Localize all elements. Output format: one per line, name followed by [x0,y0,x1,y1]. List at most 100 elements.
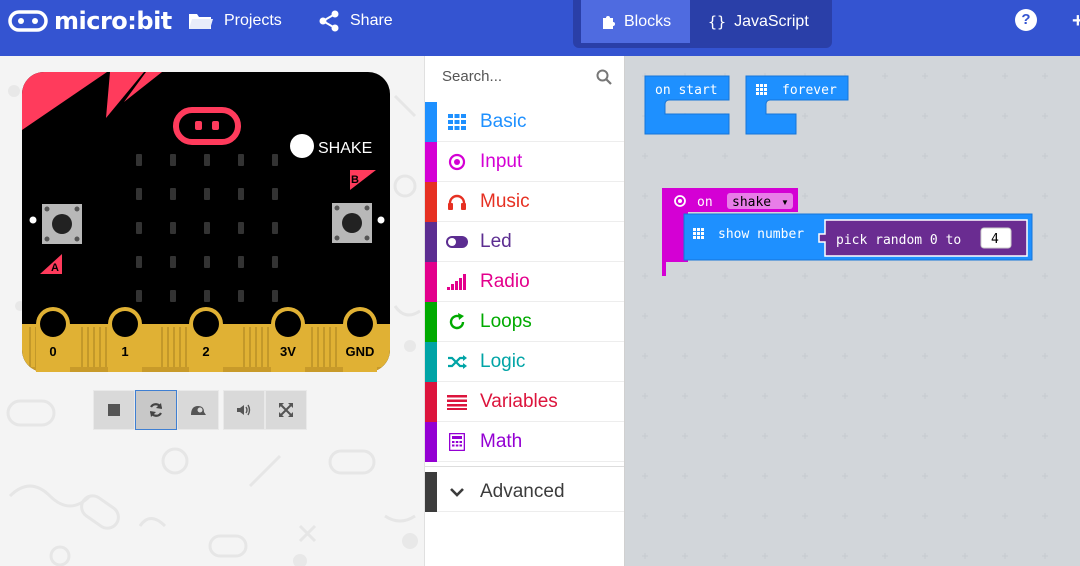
pick-random-label: pick random 0 to [836,233,961,248]
category-advanced-label: Advanced [480,480,565,502]
pick-random-block[interactable]: pick random 0 to 4 [818,219,1028,257]
category-logic[interactable]: Logic [425,341,625,382]
more-menu-icon[interactable]: + [1072,10,1080,33]
mute-button[interactable] [223,390,265,430]
slow-motion-button[interactable] [177,390,219,430]
button-a-label: A [51,262,59,274]
category-math-label: Math [480,430,523,452]
list-icon [445,392,469,412]
category-input-label: Input [480,150,523,172]
blocks-canvas: on start forever on shake ▼ show number … [644,75,1033,276]
grid-icon [445,112,469,132]
forever-block[interactable]: forever [745,75,849,135]
pin-gnd-label: GND [346,344,375,359]
microbit-board: SHAKE A B 0 1 2 3V GND [22,72,390,372]
refresh-icon [445,312,469,332]
forever-grid-icon [756,84,767,95]
search-icon[interactable] [596,69,612,85]
category-variables-label: Variables [480,390,558,412]
toolbox-divider [425,466,625,471]
editor-mode-switch: Blocks {} JavaScript [573,0,832,48]
pin-2-label: 2 [202,344,209,359]
pin-3v-label: 3V [280,344,296,359]
event-dropdown-value: shake [732,195,771,210]
blocks-label: Blocks [624,12,672,30]
category-led[interactable]: Led [425,221,625,262]
stop-icon [108,404,120,416]
shake-label: SHAKE [318,140,372,157]
event-dropdown[interactable]: shake ▼ [727,193,793,210]
microbit-logo-icon [8,10,48,32]
on-start-block[interactable]: on start [644,75,730,135]
category-loops[interactable]: Loops [425,301,625,342]
fullscreen-icon [279,403,293,417]
dropdown-arrow-icon: ▼ [781,198,789,207]
category-advanced-color [425,471,437,512]
code-braces-icon: {} [708,12,727,31]
share-icon [318,10,340,32]
calculator-icon [445,432,469,452]
search-input[interactable]: Search... [442,68,502,85]
input-circle-icon [445,152,469,172]
top-bar: micro:bit Projects Share Blocks {} JavaS… [0,0,1080,56]
blocks-tab[interactable]: Blocks [581,0,690,43]
javascript-label: JavaScript [734,12,809,30]
category-loops-color [425,301,437,342]
restart-icon [149,403,163,417]
on-event-label: on [697,195,713,210]
category-math[interactable]: Math [425,421,625,462]
random-max-input[interactable]: 4 [980,227,1012,249]
category-variables-color [425,381,437,422]
pin-gnd[interactable]: GND [343,307,377,372]
category-input-color [425,141,437,182]
category-radio-color [425,261,437,302]
category-logic-label: Logic [480,350,526,372]
toggle-icon [445,232,469,252]
signal-bars-icon [445,272,469,292]
projects-button[interactable]: Projects [188,10,282,32]
show-number-grid-icon [693,228,704,239]
mute-icon [237,404,251,416]
puzzle-icon [602,14,615,29]
blocks-workspace[interactable]: on start forever on shake ▼ show number … [624,56,1080,566]
category-logic-color [425,341,437,382]
toolbox: Search... Basic Input Music Led Radio Lo… [424,56,625,566]
fullscreen-button[interactable] [265,390,307,430]
category-advanced[interactable]: Advanced [425,471,625,512]
microbit-logo[interactable]: micro:bit [8,7,172,35]
pin-0[interactable]: 0 [36,307,70,372]
category-led-label: Led [480,230,512,252]
simulator-panel: SHAKE A B 0 1 2 3V GND [0,56,424,566]
category-music-label: Music [480,190,530,212]
restart-button[interactable] [135,390,177,430]
category-basic[interactable]: Basic [425,101,625,142]
on-start-label: on start [655,83,718,98]
category-input[interactable]: Input [425,141,625,182]
forever-label: forever [782,83,837,98]
show-number-block[interactable]: show number pick random 0 to 4 [683,213,1033,261]
random-max-value: 4 [991,232,999,247]
button-b-label: B [351,174,359,186]
help-icon[interactable]: ? [1015,9,1037,31]
shake-dot-icon [290,134,314,158]
category-variables[interactable]: Variables [425,381,625,422]
shuffle-icon [445,352,469,372]
category-radio-label: Radio [480,270,530,292]
toolbox-search[interactable]: Search... [425,56,625,100]
category-basic-color [425,101,437,142]
stop-button[interactable] [93,390,135,430]
show-number-label: show number [718,227,804,242]
pin-2[interactable]: 2 [189,307,223,372]
category-radio[interactable]: Radio [425,261,625,302]
share-button[interactable]: Share [318,10,393,32]
category-basic-label: Basic [480,110,527,132]
simulator-controls [93,390,307,430]
category-music-color [425,181,437,222]
category-music[interactable]: Music [425,181,625,222]
app-name: micro:bit [54,7,172,35]
pin-3v[interactable]: 3V [271,307,305,372]
pin-1[interactable]: 1 [108,307,142,372]
folder-icon [188,11,214,31]
javascript-tab[interactable]: {} JavaScript [708,0,809,43]
chevron-down-icon [445,482,469,502]
